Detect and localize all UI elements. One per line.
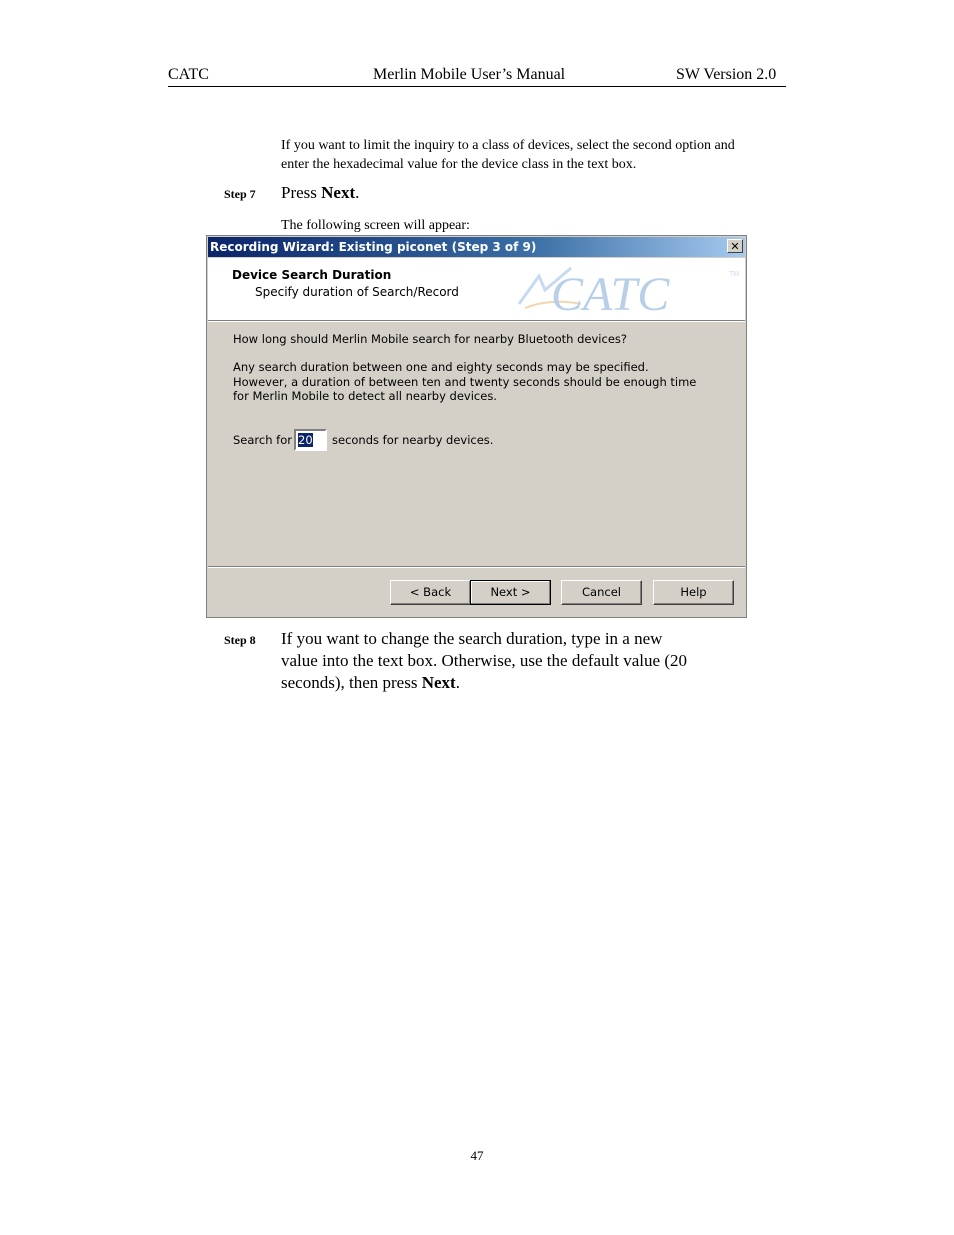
info-line-1: Any search duration between one and eigh… — [233, 360, 649, 374]
footer-divider — [208, 566, 745, 568]
step-8-line-3-after: . — [455, 673, 460, 692]
step-8-next-bold: Next — [421, 673, 456, 692]
back-button[interactable]: < Back — [390, 580, 471, 605]
header-rule — [168, 86, 786, 87]
header-version: SW Version 2.0 — [676, 66, 777, 83]
next-button[interactable]: Next > — [470, 580, 551, 605]
step-8-line-3-before: seconds), then press — [281, 673, 422, 692]
help-button[interactable]: Help — [653, 580, 734, 605]
search-info: Any search duration between one and eigh… — [233, 360, 696, 404]
info-line-3: for Merlin Mobile to detect all nearby d… — [233, 389, 497, 403]
step-8-line-1: If you want to change the search duratio… — [281, 629, 663, 648]
dialog-title-bar: Recording Wizard: Existing piconet (Step… — [208, 237, 745, 257]
search-suffix-label: seconds for nearby devices. — [332, 433, 494, 447]
info-line-2: However, a duration of between ten and t… — [233, 374, 697, 389]
intro-line-1: If you want to limit the inquiry to a cl… — [281, 138, 735, 153]
step-7-text-after: . — [355, 183, 360, 202]
search-duration-value: 20 — [298, 433, 313, 447]
header-left: CATC — [168, 66, 209, 83]
step-7-label: Step 7 — [224, 187, 256, 201]
page-number: 47 — [470, 1148, 484, 1163]
banner-subtitle: Specify duration of Search/Record — [255, 285, 459, 299]
header-title: Merlin Mobile User’s Manual — [373, 66, 566, 83]
banner-divider — [208, 321, 745, 322]
recording-wizard-dialog: Recording Wizard: Existing piconet (Step… — [206, 235, 747, 618]
dialog-banner: Device Search Duration Specify duration … — [208, 258, 745, 321]
banner-title: Device Search Duration — [232, 268, 392, 282]
cancel-button[interactable]: Cancel — [561, 580, 642, 605]
catc-logo: CATC TM — [517, 266, 739, 320]
intro-line-2: enter the hexadecimal value for the devi… — [281, 157, 637, 172]
step-7-next-bold: Next — [321, 183, 356, 202]
step-8-label: Step 8 — [224, 633, 256, 647]
step-8-text: If you want to change the search duratio… — [281, 628, 687, 694]
search-duration-input[interactable]: 20 — [294, 429, 327, 451]
catc-logo-text: CATC — [551, 268, 670, 320]
catc-logo-tm: TM — [729, 271, 739, 278]
search-for-label: Search for — [233, 433, 292, 447]
step-7-text-before: Press — [281, 183, 322, 202]
step-7-text: Press Next. — [281, 182, 359, 204]
intro-paragraph: If you want to limit the inquiry to a cl… — [281, 136, 735, 174]
search-question: How long should Merlin Mobile search for… — [233, 332, 627, 346]
step-8-line-2: value into the text box. Otherwise, use … — [281, 651, 687, 670]
step-8-line-3: seconds), then press Next. — [281, 672, 687, 694]
close-icon[interactable]: ✕ — [727, 239, 743, 253]
following-screen-text: The following screen will appear: — [281, 218, 470, 233]
dialog-title: Recording Wizard: Existing piconet (Step… — [210, 240, 537, 254]
